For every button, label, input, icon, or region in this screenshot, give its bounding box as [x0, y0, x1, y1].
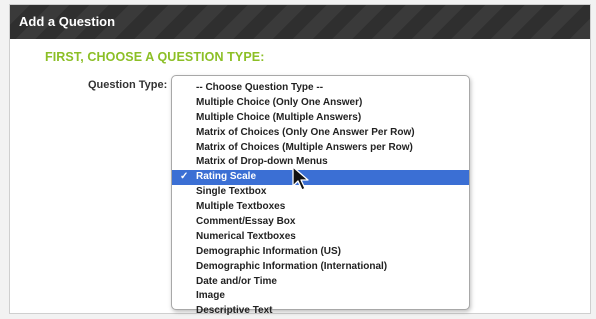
dropdown-option-label: Multiple Choice (Multiple Answers)	[196, 111, 362, 123]
dropdown-option-label: Image	[196, 290, 225, 302]
dropdown-option[interactable]: -- Choose Question Type --	[172, 81, 469, 96]
dropdown-option[interactable]: Demographic Information (US)	[172, 245, 469, 260]
panel-header-title: Add a Question	[10, 5, 590, 39]
dropdown-option[interactable]: Matrix of Choices (Only One Answer Per R…	[172, 126, 469, 141]
dropdown-option-label: Single Textbox	[196, 186, 267, 198]
dropdown-option[interactable]: Single Textbox	[172, 185, 469, 200]
dropdown-option[interactable]: Demographic Information (International)	[172, 260, 469, 275]
dropdown-option-label: Demographic Information (US)	[196, 245, 342, 257]
dropdown-option-label: Demographic Information (International)	[196, 260, 388, 272]
dropdown-option-label: Descriptive Text	[196, 305, 273, 317]
dropdown-option[interactable]: Date and/or Time	[172, 275, 469, 290]
question-type-dropdown[interactable]: -- Choose Question Type -- Multiple Choic…	[171, 75, 470, 316]
dropdown-option[interactable]: Matrix of Choices (Multiple Answers per …	[172, 141, 469, 156]
dropdown-option-label: Numerical Textboxes	[196, 230, 296, 242]
dropdown-option-label: Date and/or Time	[196, 275, 277, 287]
dropdown-option-label: Matrix of Choices (Multiple Answers per …	[196, 141, 413, 153]
dropdown-option[interactable]: Numerical Textboxes	[172, 230, 469, 245]
dropdown-option[interactable]: Multiple Choice (Only One Answer)	[172, 96, 469, 111]
dropdown-option-label: Comment/Essay Box	[196, 216, 296, 228]
dropdown-option-label: Multiple Textboxes	[196, 201, 286, 213]
mouse-pointer-icon	[292, 166, 309, 191]
dropdown-option-label: Multiple Choice (Only One Answer)	[196, 96, 363, 108]
dropdown-option-selected[interactable]: ✓ Rating Scale	[172, 170, 469, 186]
question-type-label: Question Type:	[88, 79, 168, 91]
dropdown-option[interactable]: Multiple Choice (Multiple Answers)	[172, 111, 469, 126]
dropdown-option-label: Rating Scale	[196, 171, 257, 183]
dropdown-option[interactable]: Descriptive Text	[172, 304, 469, 319]
section-title: FIRST, CHOOSE A QUESTION TYPE:	[45, 50, 265, 64]
dropdown-option[interactable]: Matrix of Drop-down Menus	[172, 155, 469, 170]
dropdown-option-label: Matrix of Choices (Only One Answer Per R…	[196, 126, 415, 138]
dropdown-option[interactable]: Image	[172, 289, 469, 304]
checkmark-icon: ✓	[180, 171, 189, 183]
dropdown-option[interactable]: Multiple Textboxes	[172, 200, 469, 215]
dropdown-option[interactable]: Comment/Essay Box	[172, 215, 469, 230]
dropdown-option-label: -- Choose Question Type --	[196, 82, 324, 93]
